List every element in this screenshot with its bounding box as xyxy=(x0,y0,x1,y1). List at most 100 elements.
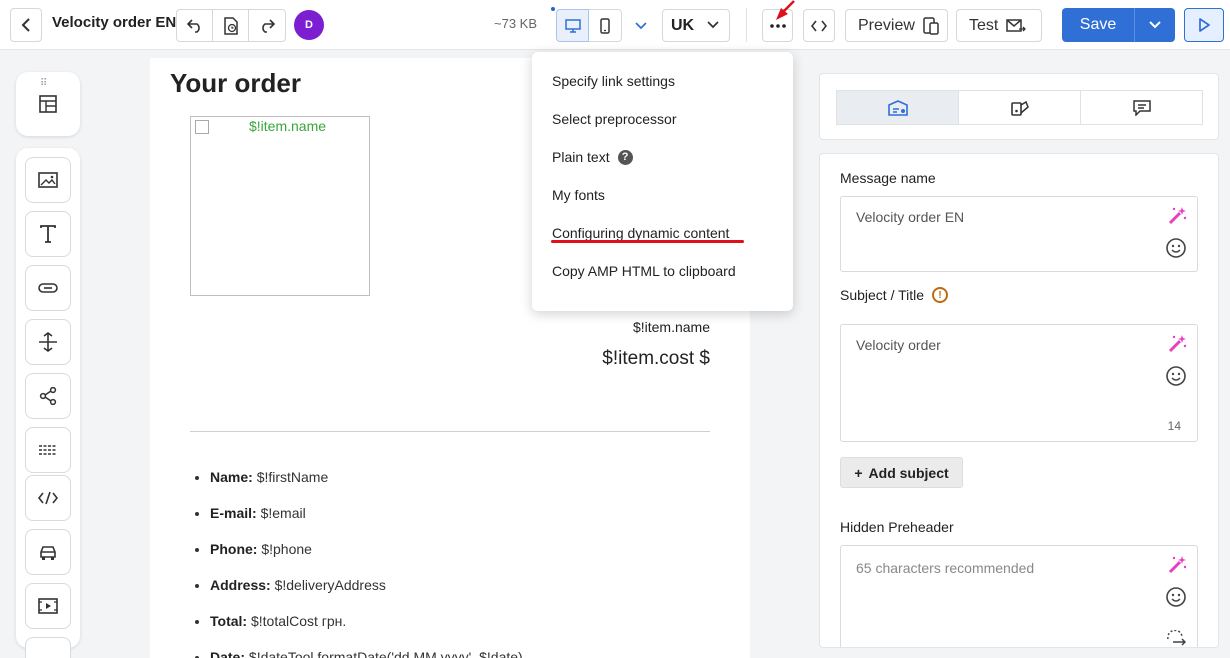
preview-label: Preview xyxy=(858,16,915,34)
menu-item-plain-text[interactable]: Plain text ? xyxy=(552,149,633,165)
structures-panel[interactable]: ⠿ xyxy=(16,72,80,136)
button-block-tool[interactable] xyxy=(25,265,71,311)
divider-icon xyxy=(39,445,57,455)
test-button[interactable]: Test xyxy=(956,9,1042,42)
list-item: Name: $!firstName xyxy=(210,468,523,504)
product-image[interactable]: $!item.name xyxy=(190,116,370,296)
menu-item-copy-amp-html[interactable]: Copy AMP HTML to clipboard xyxy=(552,263,736,279)
divider-block-tool[interactable] xyxy=(25,427,71,473)
social-block-tool[interactable] xyxy=(25,373,71,419)
subject-field[interactable]: Velocity order 14 xyxy=(840,324,1198,442)
paint-icon xyxy=(1010,100,1029,116)
order-heading[interactable]: Your order xyxy=(170,68,301,99)
content-divider xyxy=(190,431,710,432)
button-icon xyxy=(38,283,58,293)
play-icon xyxy=(1199,18,1210,32)
more-options-menu: Specify link settings Select preprocesso… xyxy=(532,52,793,311)
mobile-view-button[interactable] xyxy=(589,9,622,42)
desktop-view-button[interactable] xyxy=(556,9,589,42)
menu-item-label: Plain text xyxy=(552,149,610,165)
preheader-field[interactable]: 65 characters recommended xyxy=(840,545,1198,648)
menu-item-dynamic-content[interactable]: Configuring dynamic content xyxy=(552,225,729,241)
text-icon xyxy=(40,225,56,243)
magic-wand-icon[interactable] xyxy=(1167,334,1187,354)
back-button[interactable] xyxy=(10,8,42,42)
menu-item-link-settings[interactable]: Specify link settings xyxy=(552,73,675,89)
test-label: Test xyxy=(969,16,999,34)
menu-item-preprocessor[interactable]: Select preprocessor xyxy=(552,111,677,127)
chevron-down-icon xyxy=(634,21,647,29)
device-options-button[interactable] xyxy=(624,9,657,42)
preview-button[interactable]: Preview xyxy=(845,9,948,42)
emoji-icon[interactable] xyxy=(1165,586,1187,608)
emoji-icon[interactable] xyxy=(1165,237,1187,259)
message-title: Velocity order EN xyxy=(52,14,177,31)
tab-comments[interactable] xyxy=(1081,91,1202,124)
redo-button[interactable] xyxy=(249,10,285,41)
file-history-icon xyxy=(223,16,238,35)
drag-handle-icon[interactable]: ⠿ xyxy=(40,78,48,89)
redo-icon xyxy=(262,18,275,33)
detail-label: Phone: xyxy=(210,541,258,557)
list-item: Address: $!deliveryAddress xyxy=(210,576,523,612)
version-history-button[interactable] xyxy=(213,10,249,41)
subject-value: Velocity order xyxy=(856,337,941,353)
html-block-tool[interactable] xyxy=(25,475,71,521)
video-block-tool[interactable] xyxy=(25,583,71,629)
code-view-button[interactable] xyxy=(803,9,835,42)
list-item: Date: $!dateTool.formatDate('dd.MM.yyyy'… xyxy=(210,648,523,658)
language-value: UK xyxy=(671,16,695,34)
order-details-list[interactable]: Name: $!firstName E-mail: $!email Phone:… xyxy=(210,468,523,658)
add-subject-button[interactable]: + Add subject xyxy=(840,457,963,488)
code-icon xyxy=(811,20,827,31)
mobile-icon xyxy=(600,17,610,34)
undo-button[interactable] xyxy=(177,10,213,41)
send-button[interactable] xyxy=(1184,8,1224,42)
chevron-down-icon xyxy=(707,21,719,29)
save-button[interactable]: Save xyxy=(1062,8,1135,42)
detail-value: $!firstName xyxy=(256,469,329,485)
more-blocks-tool[interactable] xyxy=(25,637,71,658)
tab-appearance[interactable] xyxy=(959,91,1081,124)
spacer-icon xyxy=(39,332,57,352)
detail-label: Address: xyxy=(210,577,271,593)
user-avatar[interactable]: D xyxy=(294,10,324,40)
undo-icon xyxy=(186,18,200,33)
detail-label: Date: xyxy=(210,649,246,658)
preview-icon xyxy=(923,16,939,35)
detail-value: $!email xyxy=(260,505,306,521)
help-icon[interactable]: ? xyxy=(617,149,633,165)
magic-wand-icon[interactable] xyxy=(1167,555,1187,575)
save-options-button[interactable] xyxy=(1135,8,1175,42)
emoji-icon[interactable] xyxy=(1165,365,1187,387)
detail-label: E-mail: xyxy=(210,505,257,521)
subject-label-row: Subject / Title ! xyxy=(840,287,949,303)
item-cost-text[interactable]: $!item.cost $ xyxy=(602,348,710,370)
menu-item-my-fonts[interactable]: My fonts xyxy=(552,187,605,203)
product-block-tool[interactable] xyxy=(25,529,71,575)
subject-label: Subject / Title xyxy=(840,287,925,303)
magic-wand-icon[interactable] xyxy=(1167,206,1187,226)
detail-value: $!phone xyxy=(261,541,312,557)
message-name-value: Velocity order EN xyxy=(856,209,965,225)
html-code-icon xyxy=(38,491,58,505)
image-block-tool[interactable] xyxy=(25,157,71,203)
text-block-tool[interactable] xyxy=(25,211,71,257)
item-name-text[interactable]: $!item.name xyxy=(633,319,710,335)
info-icon[interactable]: ! xyxy=(932,287,949,303)
spacer-block-tool[interactable] xyxy=(25,319,71,365)
blocks-toolbar xyxy=(16,148,80,658)
list-item: Phone: $!phone xyxy=(210,540,523,576)
message-name-field[interactable]: Velocity order EN xyxy=(840,196,1198,272)
image-icon xyxy=(38,172,58,188)
preheader-label: Hidden Preheader xyxy=(840,519,954,535)
language-select[interactable]: UK xyxy=(662,9,730,42)
message-size: ~73 KB xyxy=(494,16,538,31)
insert-variable-icon[interactable] xyxy=(1165,630,1187,648)
detail-label: Name: xyxy=(210,469,253,485)
chevron-down-icon xyxy=(1149,21,1161,29)
comment-icon xyxy=(1132,99,1151,116)
tab-message-settings[interactable] xyxy=(837,91,959,124)
settings-tabs xyxy=(836,90,1203,125)
list-item: Total: $!totalCost грн. xyxy=(210,612,523,648)
